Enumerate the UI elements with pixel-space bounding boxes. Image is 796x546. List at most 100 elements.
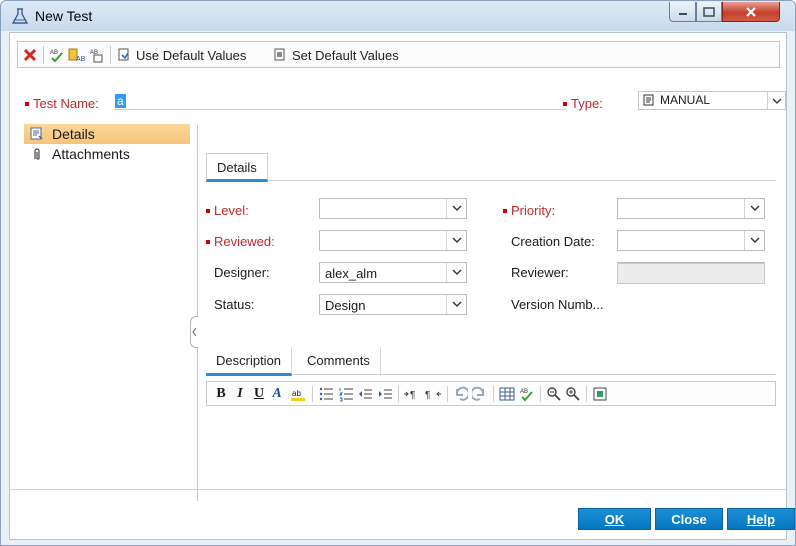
- use-default-values-label: Use Default Values: [136, 47, 247, 63]
- status-value: Design: [325, 298, 366, 313]
- decrease-indent-button[interactable]: [357, 385, 373, 403]
- spellcheck-icon: AB: [520, 389, 533, 402]
- test-name-label: Test Name:: [25, 96, 99, 111]
- creation-date-arrow[interactable]: [744, 231, 764, 250]
- test-name-field[interactable]: [114, 91, 566, 110]
- sidebar-item-attachments[interactable]: Attachments: [24, 144, 190, 164]
- fit-window-icon: [593, 387, 607, 401]
- dialog-content: AB AB AB Use Default Values Set Default …: [9, 32, 795, 540]
- reviewed-dropdown-arrow[interactable]: [446, 231, 466, 250]
- tab-details[interactable]: Details: [206, 153, 268, 182]
- type-dropdown[interactable]: MANUAL: [638, 91, 786, 110]
- highlight-button[interactable]: ab: [289, 385, 307, 403]
- toolbar-separator: [493, 386, 494, 402]
- priority-dropdown-arrow[interactable]: [744, 199, 764, 218]
- spelling-options-icon: AB: [90, 50, 103, 63]
- delete-button[interactable]: [23, 45, 37, 65]
- maximize-button[interactable]: [696, 2, 722, 22]
- collapse-sidebar-handle[interactable]: [190, 316, 198, 348]
- level-label: Level:: [206, 203, 249, 218]
- ok-button[interactable]: OK: [578, 508, 651, 530]
- toolbar-separator: [540, 386, 541, 402]
- bulleted-list-icon: [319, 387, 333, 401]
- chevron-down-icon: [452, 237, 461, 243]
- type-dropdown-arrow[interactable]: [767, 92, 785, 109]
- reviewed-dropdown[interactable]: [319, 230, 467, 251]
- use-default-values-button[interactable]: Use Default Values: [118, 45, 246, 65]
- status-dropdown[interactable]: Design: [319, 294, 467, 315]
- undo-button[interactable]: [452, 385, 468, 403]
- redo-button[interactable]: [472, 385, 488, 403]
- required-marker: [563, 101, 567, 106]
- zoom-out-icon: [547, 387, 561, 401]
- level-dropdown-arrow[interactable]: [446, 199, 466, 218]
- window-title: New Test: [35, 8, 93, 24]
- required-marker: [206, 239, 210, 244]
- ltr-paragraph-button[interactable]: ¶: [403, 385, 421, 403]
- title-bar[interactable]: New Test: [1, 1, 795, 31]
- priority-label: Priority:: [503, 203, 555, 218]
- sidebar: Details Attachments: [24, 124, 190, 504]
- level-dropdown[interactable]: [319, 198, 467, 219]
- bulleted-list-button[interactable]: [318, 385, 334, 403]
- thesaurus-button[interactable]: AB: [68, 45, 86, 65]
- delete-icon: [23, 48, 37, 62]
- increase-indent-button[interactable]: [377, 385, 393, 403]
- sidebar-item-details[interactable]: Details: [24, 124, 190, 144]
- italic-button[interactable]: I: [234, 385, 246, 403]
- font-color-button[interactable]: A: [271, 385, 283, 403]
- underline-button[interactable]: U: [252, 385, 266, 403]
- creation-date-picker[interactable]: [617, 230, 765, 251]
- highlight-icon: ab: [291, 389, 305, 401]
- reviewer-label: Reviewer:: [511, 265, 569, 280]
- spellcheck-button[interactable]: AB: [49, 45, 65, 65]
- bold-button[interactable]: B: [214, 385, 228, 403]
- set-default-values-button[interactable]: Set Default Values: [274, 45, 399, 65]
- test-name-value[interactable]: a: [115, 94, 126, 108]
- sidebar-item-label: Details: [52, 126, 95, 142]
- insert-table-button[interactable]: [499, 385, 515, 403]
- designer-dropdown[interactable]: alex_alm: [319, 262, 467, 283]
- type-label: Type:: [563, 96, 603, 111]
- status-dropdown-arrow[interactable]: [446, 295, 466, 314]
- toolbar-separator: [110, 46, 111, 64]
- chevron-down-icon: [750, 205, 759, 211]
- numbered-list-button[interactable]: [338, 385, 354, 403]
- tab-description[interactable]: Description: [206, 347, 293, 376]
- priority-dropdown[interactable]: [617, 198, 765, 219]
- required-marker: [25, 101, 29, 106]
- spellcheck-text-button[interactable]: AB: [519, 385, 535, 403]
- rtl-paragraph-button[interactable]: ¶: [424, 385, 442, 403]
- designer-dropdown-arrow[interactable]: [446, 263, 466, 282]
- zoom-in-icon: [566, 387, 580, 401]
- help-button[interactable]: Help: [727, 508, 795, 530]
- sidebar-item-label: Attachments: [52, 146, 130, 162]
- svg-text:AB: AB: [76, 56, 86, 63]
- version-number-label: Version Numb...: [511, 297, 604, 312]
- details-tab-strip: Details: [206, 153, 776, 182]
- set-default-values-label: Set Default Values: [292, 47, 399, 63]
- ltr-paragraph-icon: ¶: [404, 390, 415, 401]
- close-window-button[interactable]: [722, 2, 780, 22]
- chevron-down-icon: [452, 269, 461, 275]
- version-number-field: [617, 263, 765, 284]
- zoom-out-button[interactable]: [546, 385, 562, 403]
- paperclip-icon: [34, 148, 40, 160]
- close-button[interactable]: Close: [655, 508, 723, 530]
- spellcheck-icon: AB: [50, 50, 63, 63]
- chevron-down-icon: [452, 205, 461, 211]
- tab-comments[interactable]: Comments: [297, 347, 381, 376]
- footer-divider: [10, 489, 786, 490]
- required-marker: [206, 208, 210, 213]
- undo-icon: [455, 386, 468, 401]
- fit-to-window-button[interactable]: [592, 385, 608, 403]
- spelling-options-button[interactable]: AB: [89, 45, 105, 65]
- toolbar-separator: [586, 386, 587, 402]
- minimize-button[interactable]: [669, 2, 696, 22]
- svg-text:¶: ¶: [410, 390, 415, 401]
- creation-date-label: Creation Date:: [511, 234, 595, 249]
- zoom-in-button[interactable]: [565, 385, 581, 403]
- svg-text:AB: AB: [50, 50, 58, 56]
- toolbar-separator: [312, 386, 313, 402]
- svg-text:AB: AB: [520, 389, 528, 395]
